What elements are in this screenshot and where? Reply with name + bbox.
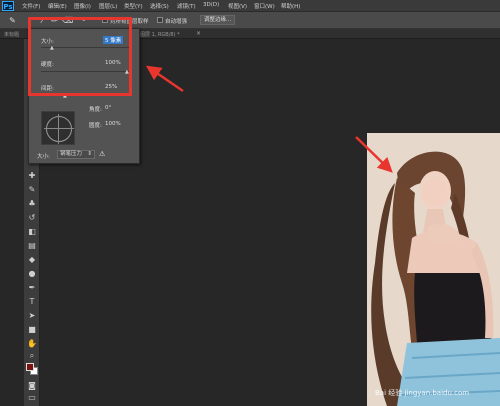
arrow-to-photo (355, 136, 393, 173)
foreground-color-swatch[interactable] (26, 363, 34, 371)
annotation-arrows (145, 65, 393, 173)
arrow-to-panel (145, 65, 184, 93)
